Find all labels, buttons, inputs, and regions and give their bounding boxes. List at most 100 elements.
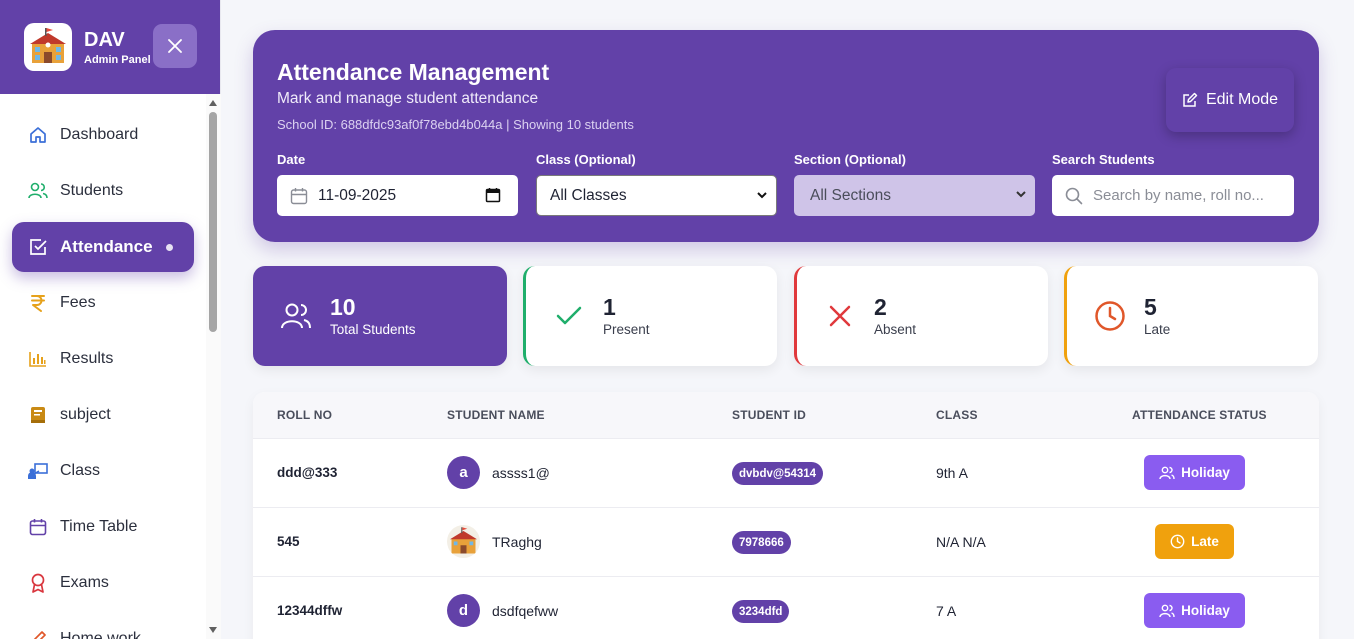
date-value: 11-09-2025 <box>318 186 397 204</box>
school-avatar-icon <box>447 525 480 558</box>
sidebar-item-label: Results <box>60 350 114 367</box>
section-select-value: All Sections <box>810 186 891 204</box>
column-header-class: CLASS <box>936 408 978 422</box>
clock-icon <box>1170 534 1185 549</box>
date-label: Date <box>277 152 306 167</box>
student-id-badge: 3234dfd <box>732 600 790 623</box>
present-value: 1 <box>603 294 616 320</box>
brand-name: DAV <box>84 28 125 51</box>
sidebar-item-label: Students <box>60 182 124 199</box>
rupee-icon <box>27 292 49 314</box>
scroll-thumb[interactable] <box>209 112 217 332</box>
bar-chart-icon <box>27 348 49 370</box>
present-label: Present <box>603 322 650 337</box>
sidebar-item-attendance[interactable]: Attendance <box>12 222 194 272</box>
section-select[interactable]: All Sections <box>794 175 1035 216</box>
avatar: d <box>447 594 480 627</box>
chevron-down-icon <box>757 192 767 199</box>
absent-value: 2 <box>874 294 887 320</box>
sidebar-item-label: Time Table <box>60 518 138 535</box>
sidebar-header: DAV Admin Panel <box>0 0 220 94</box>
column-header-name: STUDENT NAME <box>447 408 545 422</box>
sidebar-item-fees[interactable]: Fees <box>12 278 194 328</box>
student-id-badge: dvbdv@54314 <box>732 462 824 485</box>
users-icon <box>1159 604 1175 617</box>
pencil-icon <box>27 628 49 639</box>
stat-card-late: 5 Late <box>1064 266 1318 366</box>
sidebar-item-class[interactable]: Class <box>12 446 194 496</box>
late-label: Late <box>1144 322 1171 337</box>
student-id-badge: 7978666 <box>732 531 791 554</box>
edit-mode-button[interactable]: Edit Mode <box>1166 68 1294 132</box>
book-icon <box>27 404 49 426</box>
school-logo <box>24 23 72 71</box>
sidebar-scrollbar[interactable] <box>206 94 221 639</box>
table-header: ROLL NO STUDENT NAME STUDENT ID CLASS AT… <box>253 392 1319 438</box>
chevron-down-icon <box>1016 191 1026 198</box>
total-students-label: Total Students <box>330 322 416 337</box>
award-icon <box>27 572 49 594</box>
search-input[interactable]: Search by name, roll no... <box>1052 175 1294 216</box>
status-holiday-button[interactable]: Holiday <box>1144 593 1245 628</box>
sidebar-item-subject[interactable]: subject <box>12 390 194 440</box>
section-label: Section (Optional) <box>794 152 906 167</box>
sidebar: DAV Admin Panel Dashboard Students Atten… <box>0 0 221 639</box>
late-value: 5 <box>1144 294 1157 320</box>
sidebar-item-exams[interactable]: Exams <box>12 558 194 608</box>
scroll-down-arrow-icon[interactable] <box>209 627 217 633</box>
class-select-value: All Classes <box>550 186 627 204</box>
brand: DAV Admin Panel <box>84 29 151 66</box>
student-name: assss1@ <box>492 465 550 481</box>
class-value: 7 A <box>936 603 957 619</box>
search-icon <box>1065 187 1083 204</box>
column-header-roll: ROLL NO <box>277 408 333 422</box>
brand-subtitle: Admin Panel <box>84 53 151 66</box>
roll-no: ddd@333 <box>277 465 338 480</box>
users-icon <box>1159 466 1175 479</box>
column-header-student-id: STUDENT ID <box>732 408 806 422</box>
close-icon <box>168 39 182 53</box>
attendance-header-card: Attendance Management Mark and manage st… <box>253 30 1319 242</box>
page-subtitle: Mark and manage student attendance <box>277 90 539 107</box>
sidebar-item-dashboard[interactable]: Dashboard <box>12 110 194 160</box>
class-value: N/A N/A <box>936 534 986 550</box>
class-board-icon <box>27 460 49 482</box>
sidebar-item-label: Dashboard <box>60 126 139 143</box>
calendar-icon <box>290 187 308 204</box>
active-indicator-dot <box>165 243 173 251</box>
student-name: dsdfqefww <box>492 603 559 619</box>
sidebar-item-label: subject <box>60 406 111 423</box>
search-label: Search Students <box>1052 152 1155 167</box>
sidebar-item-home-work[interactable]: Home work <box>12 614 194 639</box>
roll-no: 545 <box>277 534 300 549</box>
roll-no: 12344dffw <box>277 603 343 618</box>
check-icon <box>551 304 587 328</box>
table-row: 545 TRaghg 7978666 N/A N/A Late <box>253 507 1319 576</box>
edit-icon <box>1183 92 1198 107</box>
sidebar-item-results[interactable]: Results <box>12 334 194 384</box>
status-label: Late <box>1191 534 1219 549</box>
sidebar-item-students[interactable]: Students <box>12 166 194 216</box>
sidebar-item-label: Attendance <box>60 237 153 256</box>
absent-label: Absent <box>874 322 917 337</box>
stat-card-absent: 2 Absent <box>794 266 1048 366</box>
sidebar-item-label: Exams <box>60 574 109 591</box>
stat-card-present: 1 Present <box>523 266 777 366</box>
sidebar-item-label: Class <box>60 462 101 479</box>
class-select[interactable]: All Classes <box>536 175 777 216</box>
clock-icon <box>1092 300 1128 332</box>
search-placeholder: Search by name, roll no... <box>1093 187 1264 204</box>
home-icon <box>27 124 49 146</box>
date-picker-icon[interactable] <box>485 187 501 203</box>
date-input[interactable]: 11-09-2025 <box>277 175 518 216</box>
total-students-value: 10 <box>330 294 356 320</box>
class-value: 9th A <box>936 465 968 481</box>
sidebar-item-time-table[interactable]: Time Table <box>12 502 194 552</box>
page-title: Attendance Management <box>277 59 550 85</box>
status-label: Holiday <box>1181 603 1230 618</box>
close-sidebar-button[interactable] <box>153 24 197 68</box>
status-late-button[interactable]: Late <box>1155 524 1234 559</box>
scroll-up-arrow-icon[interactable] <box>209 100 217 106</box>
student-name: TRaghg <box>492 534 542 550</box>
status-holiday-button[interactable]: Holiday <box>1144 455 1245 490</box>
